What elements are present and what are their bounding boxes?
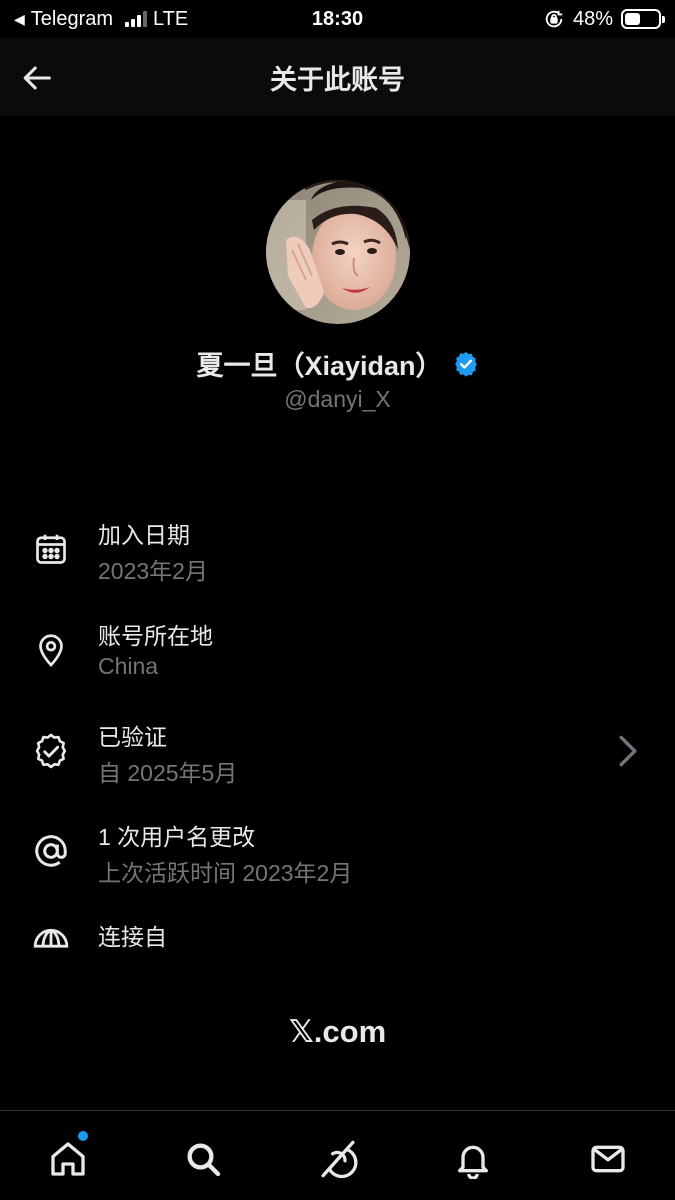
info-title: 加入日期: [98, 522, 190, 548]
battery-percent: 48%: [572, 7, 613, 30]
battery-fill: [625, 13, 641, 25]
info-value: 2023年2月: [98, 558, 208, 584]
home-notification-dot: [77, 1131, 88, 1141]
network-label: LTE: [153, 7, 189, 30]
bell-icon: [457, 1145, 488, 1179]
umbrella-icon: [32, 924, 70, 962]
grok-icon: [320, 1140, 357, 1179]
tab-grok[interactable]: [310, 1135, 366, 1183]
info-value: 自 2025年5月: [98, 760, 238, 786]
verified-outline-icon: [32, 732, 70, 770]
profile-avatar[interactable]: [266, 180, 410, 324]
home-icon: [50, 1142, 85, 1176]
info-title: 1 次用户名更改: [98, 824, 256, 850]
rotation-lock-icon: [545, 10, 563, 28]
profile-handle: @danyi_X: [284, 386, 391, 412]
info-value: China: [98, 653, 159, 679]
at-sign-icon: [32, 832, 70, 870]
profile-name: 夏一旦（Xiayidan）: [196, 351, 443, 381]
info-row-connected-via: 连接自: [0, 918, 675, 998]
location-pin-icon: [32, 631, 70, 669]
calendar-icon: [32, 530, 70, 568]
info-row-location: 账号所在地 China: [0, 617, 675, 697]
bottom-tab-bar: [0, 1110, 675, 1200]
tab-home[interactable]: [40, 1131, 96, 1183]
back-app-label[interactable]: Telegram: [31, 8, 113, 31]
battery-icon: [621, 9, 665, 29]
mail-icon: [590, 1145, 625, 1173]
status-bar-left[interactable]: ◀ Telegram LTE: [14, 8, 254, 31]
arrow-left-icon: [23, 66, 51, 90]
top-app-bar: 关于此账号: [0, 38, 675, 116]
back-button[interactable]: [18, 58, 58, 98]
avatar-image: [266, 180, 410, 324]
info-row-joined: 加入日期 2023年2月: [0, 516, 675, 596]
signal-icon: [125, 11, 148, 27]
x-com-logo: 𝕏.com: [288, 1014, 387, 1049]
tab-messages[interactable]: [580, 1135, 636, 1183]
back-to-app-icon[interactable]: ◀: [14, 11, 25, 28]
info-row-username-changes: 1 次用户名更改 上次活跃时间 2023年2月: [0, 818, 675, 898]
info-row-verified[interactable]: 已验证 自 2025年5月: [0, 718, 675, 798]
chevron-right-icon: [619, 735, 637, 767]
info-title: 账号所在地: [98, 623, 213, 649]
profile-name-row: 夏一旦（Xiayidan）: [0, 344, 675, 383]
verified-badge-icon: [454, 351, 477, 377]
info-value: 上次活跃时间 2023年2月: [98, 860, 353, 886]
status-bar: ◀ Telegram LTE 18:30 48%: [0, 0, 675, 38]
page-title: 关于此账号: [270, 64, 405, 95]
tab-notifications[interactable]: [445, 1135, 501, 1183]
tab-search[interactable]: [175, 1135, 231, 1183]
info-title: 连接自: [98, 924, 167, 950]
info-title: 已验证: [98, 724, 167, 750]
search-icon: [187, 1143, 220, 1177]
